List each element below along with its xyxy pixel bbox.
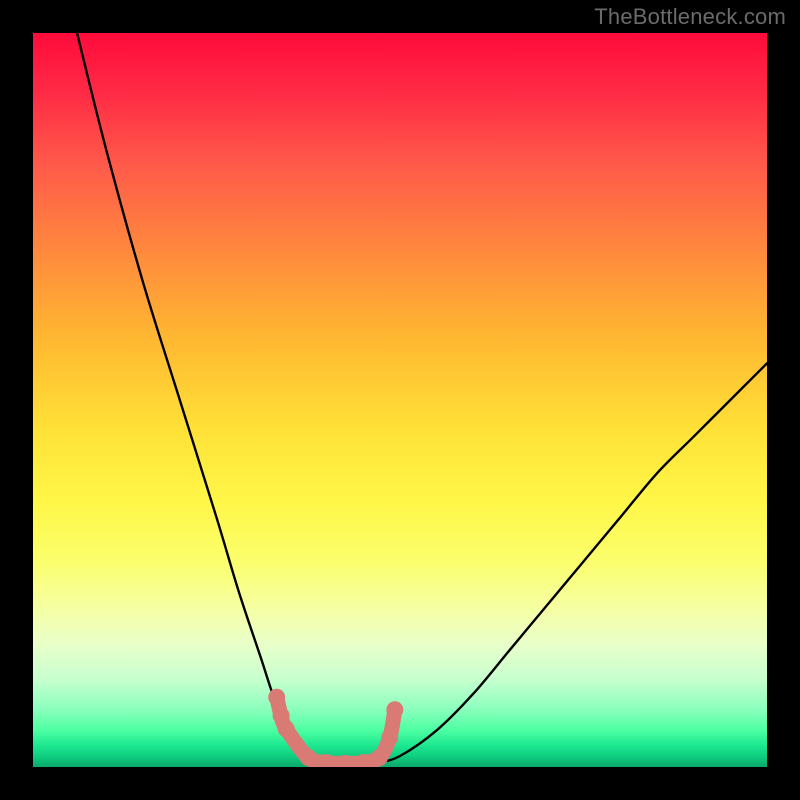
bottleneck-curve — [77, 33, 767, 764]
watermark-text: TheBottleneck.com — [594, 4, 786, 30]
marker-dot — [386, 701, 403, 718]
marker-dot — [273, 707, 290, 724]
marker-dot — [371, 749, 388, 766]
chart-svg — [33, 33, 767, 767]
marker-dot — [268, 689, 285, 706]
marker-dots — [268, 689, 403, 767]
marker-dot — [381, 729, 398, 746]
marker-dot — [300, 749, 317, 766]
outer-frame: TheBottleneck.com — [0, 0, 800, 800]
chart-plot-area — [33, 33, 767, 767]
